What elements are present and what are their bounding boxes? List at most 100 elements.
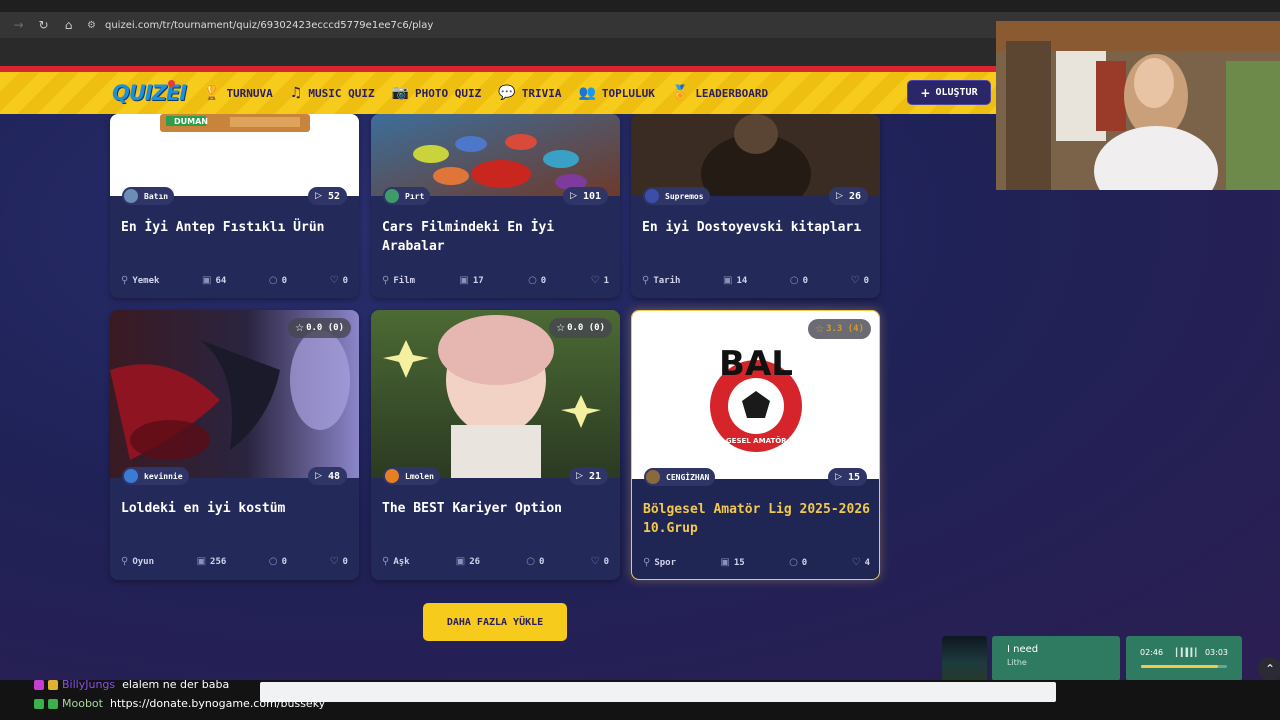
load-more-button[interactable]: DAHA FAZLA YÜKLE bbox=[423, 603, 567, 641]
heart-icon: ♡ bbox=[851, 557, 861, 568]
nav-label: TURNUVA bbox=[226, 86, 273, 100]
like-count[interactable]: ♡ 0 bbox=[591, 556, 609, 567]
nav-music-quiz[interactable]: ♫ MUSIC QUIZ bbox=[290, 85, 375, 101]
album-art bbox=[942, 636, 987, 681]
star-icon: ☆ bbox=[556, 322, 566, 334]
card-title[interactable]: En İyi Antep Fıstıklı Ürün bbox=[121, 218, 351, 237]
comment-icon: ○ bbox=[789, 275, 799, 286]
avatar bbox=[385, 189, 399, 203]
reload-icon[interactable]: ↻ bbox=[31, 18, 56, 32]
card-meta: ⚲ Spor ▣ 15 ○ 0 ♡ 4 bbox=[643, 557, 870, 568]
images-icon: ▣ bbox=[196, 556, 207, 567]
equalizer-icon: ▎▍▌▍▎ bbox=[1176, 648, 1201, 657]
category-label: Oyun bbox=[132, 557, 155, 567]
plus-icon: + bbox=[920, 85, 931, 100]
avatar bbox=[645, 189, 659, 203]
play-count: ▷ 15 bbox=[828, 468, 867, 486]
card-title[interactable]: En iyi Dostoyevski kitapları bbox=[642, 218, 872, 237]
card-title[interactable]: Bölgesel Amatör Lig 2025-2026 10.Grup bbox=[643, 500, 873, 538]
like-count-value: 0 bbox=[342, 557, 348, 567]
site-header: QUIZEI 🏆 TURNUVA ♫ MUSIC QUIZ 📷 PHOTO QUIZ … bbox=[0, 72, 996, 114]
logo-dot bbox=[168, 80, 175, 87]
browser-tab-strip bbox=[0, 0, 1280, 12]
creator-chip[interactable]: Pırt bbox=[383, 187, 431, 205]
like-count[interactable]: ♡ 1 bbox=[591, 275, 609, 286]
site-settings-icon[interactable]: ⚙ bbox=[87, 20, 105, 31]
comment-count: ○ 0 bbox=[526, 556, 544, 567]
creator-name: Batın bbox=[144, 191, 169, 201]
like-count-value: 4 bbox=[864, 558, 870, 568]
camera-icon: 📷 bbox=[391, 85, 410, 101]
heart-icon: ♡ bbox=[590, 275, 600, 286]
like-count[interactable]: ♡ 0 bbox=[330, 556, 348, 567]
play-count: ▷ 101 bbox=[563, 187, 608, 205]
category-label: Tarih bbox=[653, 276, 681, 286]
chat-bubble-icon: 💬 bbox=[498, 85, 516, 101]
play-count: ▷ 48 bbox=[308, 467, 347, 485]
play-count: ▷ 52 bbox=[308, 187, 347, 205]
creator-chip[interactable]: CENGİZHAN bbox=[644, 468, 716, 486]
site-logo[interactable]: QUIZEI bbox=[112, 81, 187, 105]
item-count-value: 256 bbox=[210, 557, 227, 567]
rating-value: 3.3 (4) bbox=[826, 324, 864, 334]
like-count[interactable]: ♡ 4 bbox=[852, 557, 870, 568]
item-count: ▣ 64 bbox=[202, 275, 226, 286]
play-icon: ▷ bbox=[315, 471, 322, 481]
play-icon: ▷ bbox=[315, 191, 322, 201]
card-title[interactable]: Cars Filmindeki En İyi Arabalar bbox=[382, 218, 612, 256]
star-icon: ☆ bbox=[815, 323, 825, 335]
address-bar[interactable]: ⚙ quizei.com/tr/tournament/quiz/69302423… bbox=[87, 15, 433, 35]
home-icon[interactable]: ⌂ bbox=[56, 18, 81, 32]
creator-name: Pırt bbox=[405, 191, 425, 201]
creator-chip[interactable]: Lmolen bbox=[383, 467, 440, 485]
card-title[interactable]: The BEST Kariyer Option bbox=[382, 499, 612, 518]
progress-fill bbox=[1141, 665, 1219, 668]
quiz-card[interactable]: DUMAN Batın ▷ 52 En İyi Antep Fıstıklı Ür… bbox=[110, 114, 359, 298]
quiz-card[interactable]: Pırt ▷ 101 Cars Filmindeki En İyi Arabala… bbox=[371, 114, 620, 298]
comment-icon: ○ bbox=[268, 275, 278, 286]
chat-line: BillyJungs elalem ne der baba bbox=[34, 678, 229, 691]
total-time: 03:03 bbox=[1204, 648, 1228, 657]
like-count-value: 1 bbox=[603, 276, 609, 286]
nav-label: TRIVIA bbox=[521, 86, 562, 100]
quiz-card-featured[interactable]: BAL BÖLGESEL AMATÖR LİG ☆ 3.3 (4) CENGİZH… bbox=[631, 310, 880, 580]
progress-track bbox=[1141, 665, 1227, 668]
like-count[interactable]: ♡ 0 bbox=[330, 275, 348, 286]
creator-chip[interactable]: Supremos bbox=[643, 187, 710, 205]
category: ⚲ Oyun bbox=[121, 556, 154, 567]
card-meta: ⚲ Film ▣ 17 ○ 0 ♡ 1 bbox=[382, 275, 609, 286]
svg-text:DUMAN: DUMAN bbox=[174, 117, 208, 126]
nav-turnuva[interactable]: 🏆 TURNUVA bbox=[203, 85, 273, 101]
heart-icon: ♡ bbox=[850, 275, 860, 286]
quiz-card[interactable]: ☆ 0.0 (0) kevinnie ▷ 48 Loldeki en iyi kos… bbox=[110, 310, 359, 580]
quiz-card[interactable]: Supremos ▷ 26 En iyi Dostoyevski kitaplar… bbox=[631, 114, 880, 298]
category-icon: ⚲ bbox=[643, 557, 651, 568]
comment-icon: ○ bbox=[268, 556, 278, 567]
like-count[interactable]: ♡ 0 bbox=[851, 275, 869, 286]
creator-chip[interactable]: Batın bbox=[122, 187, 175, 205]
create-button[interactable]: + OLUŞTUR bbox=[907, 80, 991, 105]
comment-count: ○ 0 bbox=[528, 275, 546, 286]
item-count: ▣ 26 bbox=[456, 556, 480, 567]
nav-photo-quiz[interactable]: 📷 PHOTO QUIZ bbox=[392, 85, 482, 101]
card-title[interactable]: Loldeki en iyi kostüm bbox=[121, 499, 351, 518]
nav-trivia[interactable]: 💬 TRIVIA bbox=[498, 85, 561, 101]
forward-icon[interactable]: → bbox=[6, 18, 31, 32]
nav-label: MUSIC QUIZ bbox=[308, 86, 375, 100]
chevron-up-icon[interactable]: ⌃ bbox=[1258, 657, 1280, 681]
category-label: Aşk bbox=[393, 557, 410, 567]
category: ⚲ Aşk bbox=[382, 556, 410, 567]
comment-count-value: 0 bbox=[539, 557, 545, 567]
nav-leaderboard[interactable]: 🏅 LEADERBOARD bbox=[672, 85, 768, 101]
item-count-value: 15 bbox=[733, 558, 745, 568]
quiz-card[interactable]: ☆ 0.0 (0) Lmolen ▷ 21 The BEST Kariyer Opt… bbox=[371, 310, 620, 580]
category: ⚲ Film bbox=[382, 275, 415, 286]
card-meta: ⚲ Yemek ▣ 64 ○ 0 ♡ 0 bbox=[121, 275, 348, 286]
play-count-value: 15 bbox=[847, 471, 860, 483]
chat-message: https://donate.bynogame.com/busseky bbox=[109, 697, 326, 710]
creator-chip[interactable]: kevinnie bbox=[122, 467, 189, 485]
elapsed-time: 02:46 bbox=[1140, 648, 1164, 657]
category: ⚲ Yemek bbox=[121, 275, 159, 286]
avatar bbox=[646, 470, 660, 484]
nav-topluluk[interactable]: 👥 TOPLULUK bbox=[578, 85, 654, 101]
